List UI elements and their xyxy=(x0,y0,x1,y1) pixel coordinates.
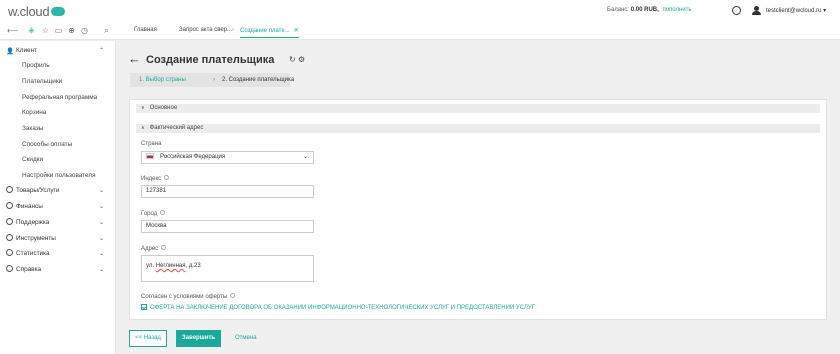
chevron-up-icon: ⌃ xyxy=(98,48,104,54)
payer-form: ∨ Основное ∧ Фактический адрес Страна Росс… xyxy=(129,99,827,320)
sidebar-item-label: Товары/Услуги xyxy=(16,187,60,194)
balance-value: 0.00 RUB, xyxy=(630,7,659,13)
user-icon: 👤 xyxy=(6,48,14,55)
user-menu[interactable]: testclient@wcloud.ru ▾ xyxy=(766,7,826,14)
balance: Баланс: 0.00 RUB, пополнить xyxy=(607,7,692,13)
sidebar: 👤 Клиент ⌃ Профиль Плательщики Реферальная… xyxy=(0,41,116,354)
step-select-country[interactable]: 1. Выбор страны xyxy=(130,73,210,87)
back-icon[interactable]: ⟵ xyxy=(7,26,18,35)
consent-checkbox[interactable]: ОФЕРТА НА ЗАКЛЮЧЕНИЕ ДОГОВОРА ОБ ОКАЗАНИ… xyxy=(141,304,535,311)
tab-reconciliation-request[interactable]: Запрос акта свер... xyxy=(179,27,232,33)
sidebar-item-finance[interactable]: Финансы ⌄ xyxy=(6,200,110,214)
settings-icon[interactable]: ⚙ xyxy=(298,55,305,64)
step-separator-icon: › xyxy=(213,77,215,83)
page-title: Создание плательщика xyxy=(146,54,275,66)
back-arrow-icon[interactable]: ← xyxy=(128,52,141,66)
consent-text[interactable]: ОФЕРТА НА ЗАКЛЮЧЕНИЕ ДОГОВОРА ОБ ОКАЗАНИ… xyxy=(150,305,535,311)
sidebar-item-referral[interactable]: Реферальная программа xyxy=(22,91,97,105)
country-value: Российская Федерация xyxy=(160,154,226,160)
sidebar-item-discounts[interactable]: Скидки xyxy=(22,153,43,167)
consent-label: Согласен с условиями оферты xyxy=(141,293,236,300)
folder-icon[interactable]: ▭ xyxy=(54,26,63,35)
chevron-down-icon: ⌄ xyxy=(98,236,104,242)
close-icon[interactable]: ✕ xyxy=(294,28,299,34)
country-select[interactable]: Российская Федерация ⌄ xyxy=(141,151,314,164)
wallet-icon xyxy=(6,202,13,209)
sidebar-item-cart[interactable]: Корзина xyxy=(22,106,46,120)
section-address-label: Фактический адрес xyxy=(149,125,204,131)
country-label: Страна xyxy=(141,141,162,147)
sidebar-item-client[interactable]: 👤 Клиент ⌃ xyxy=(6,44,110,58)
finish-button[interactable]: Завершить xyxy=(176,330,221,347)
topup-link[interactable]: пополнить xyxy=(662,7,691,13)
title-actions: ↻ ⚙ xyxy=(289,55,305,64)
toolbar: ⟵ ⎈ ☆ ▭ ⊕ ◷ ⌕ Главная Запрос акта свер..… xyxy=(0,22,840,40)
chart-icon xyxy=(6,249,13,256)
tab-create-payer[interactable]: Создание плате... ✕ xyxy=(240,27,299,38)
sidebar-item-goods[interactable]: Товары/Услуги ⌄ xyxy=(6,184,110,198)
globe-icon xyxy=(6,265,13,272)
address-textarea[interactable]: ул. Неглинная, д.23 xyxy=(141,255,314,282)
info-icon[interactable] xyxy=(230,293,236,298)
sidebar-item-support[interactable]: Поддержка ⌄ xyxy=(6,216,110,230)
city-label: Город xyxy=(141,210,166,217)
star-icon[interactable]: ☆ xyxy=(41,26,50,35)
tab-home[interactable]: Главная xyxy=(134,27,157,33)
sidebar-item-profile[interactable]: Профиль xyxy=(22,59,50,73)
sidebar-item-label: Финансы xyxy=(16,203,43,210)
refresh-icon[interactable]: ↻ xyxy=(289,55,296,64)
balance-label: Баланс: xyxy=(607,7,630,13)
tab-separator: › xyxy=(232,27,234,33)
sidebar-item-user-settings[interactable]: Настройки пользователя xyxy=(22,169,96,183)
chevron-up-icon: ∧ xyxy=(141,125,145,131)
address-label: Адрес xyxy=(141,245,167,252)
info-icon[interactable] xyxy=(161,245,167,250)
sidebar-item-statistics[interactable]: Статистика ⌄ xyxy=(6,247,110,261)
chevron-down-icon: ⌄ xyxy=(98,204,104,210)
city-input[interactable]: Москва xyxy=(141,220,314,233)
sidebar-item-help[interactable]: Справка ⌄ xyxy=(6,263,110,277)
index-input[interactable]: 127381 xyxy=(141,185,314,198)
sidebar-item-label: Справка xyxy=(16,266,42,273)
section-basic[interactable]: ∨ Основное xyxy=(136,104,820,113)
history-icon[interactable]: ◷ xyxy=(80,26,89,35)
cancel-button[interactable]: Отмена xyxy=(235,330,257,347)
sidebar-item-label: Поддержка xyxy=(16,219,50,226)
search-icon[interactable]: ⌕ xyxy=(102,26,111,35)
back-button[interactable]: << Назад xyxy=(129,330,167,347)
headset-icon xyxy=(6,218,13,225)
support-icon[interactable] xyxy=(732,6,741,15)
top-bar: w.cloud Баланс: 0.00 RUB, пополнить test… xyxy=(0,0,840,22)
chevron-down-icon: ⌄ xyxy=(98,267,104,273)
chevron-down-icon: ⌄ xyxy=(98,220,104,226)
sidebar-item-label: Клиент xyxy=(16,47,38,54)
logo[interactable]: w.cloud xyxy=(8,4,66,19)
chevron-down-icon: ⌄ xyxy=(98,188,104,194)
chevron-down-icon: ∨ xyxy=(141,105,145,111)
section-address[interactable]: ∧ Фактический адрес xyxy=(136,124,820,133)
network-icon[interactable]: ⎈ xyxy=(27,26,36,35)
info-icon[interactable] xyxy=(164,175,170,180)
user-icon[interactable] xyxy=(752,6,761,15)
add-icon[interactable]: ⊕ xyxy=(67,26,76,35)
step-create-payer: 2. Создание плательщика xyxy=(210,73,294,87)
checkbox-checked-icon[interactable] xyxy=(141,304,147,310)
cloud-logo-icon xyxy=(51,7,66,17)
sidebar-item-tools[interactable]: Инструменты ⌄ xyxy=(6,232,110,246)
russia-flag-icon xyxy=(146,153,154,159)
sidebar-item-payers[interactable]: Плательщики xyxy=(22,75,62,89)
sidebar-item-orders[interactable]: Заказы xyxy=(22,122,43,136)
sidebar-item-label: Инструменты xyxy=(16,235,56,242)
sidebar-item-payment-methods[interactable]: Способы оплаты xyxy=(22,138,72,152)
gear-icon xyxy=(6,234,13,241)
info-icon[interactable] xyxy=(160,210,166,215)
index-label: Индекс xyxy=(141,175,170,182)
main-content: ← Создание плательщика ↻ ⚙ 1. Выбор стра… xyxy=(116,41,840,354)
sidebar-item-label: Статистика xyxy=(16,250,50,257)
chevron-down-icon: ⌄ xyxy=(98,251,104,257)
chevron-down-icon: ⌄ xyxy=(302,154,308,160)
tab-create-payer-label: Создание плате... xyxy=(240,28,290,34)
box-icon xyxy=(6,186,13,193)
section-basic-label: Основное xyxy=(149,105,178,111)
